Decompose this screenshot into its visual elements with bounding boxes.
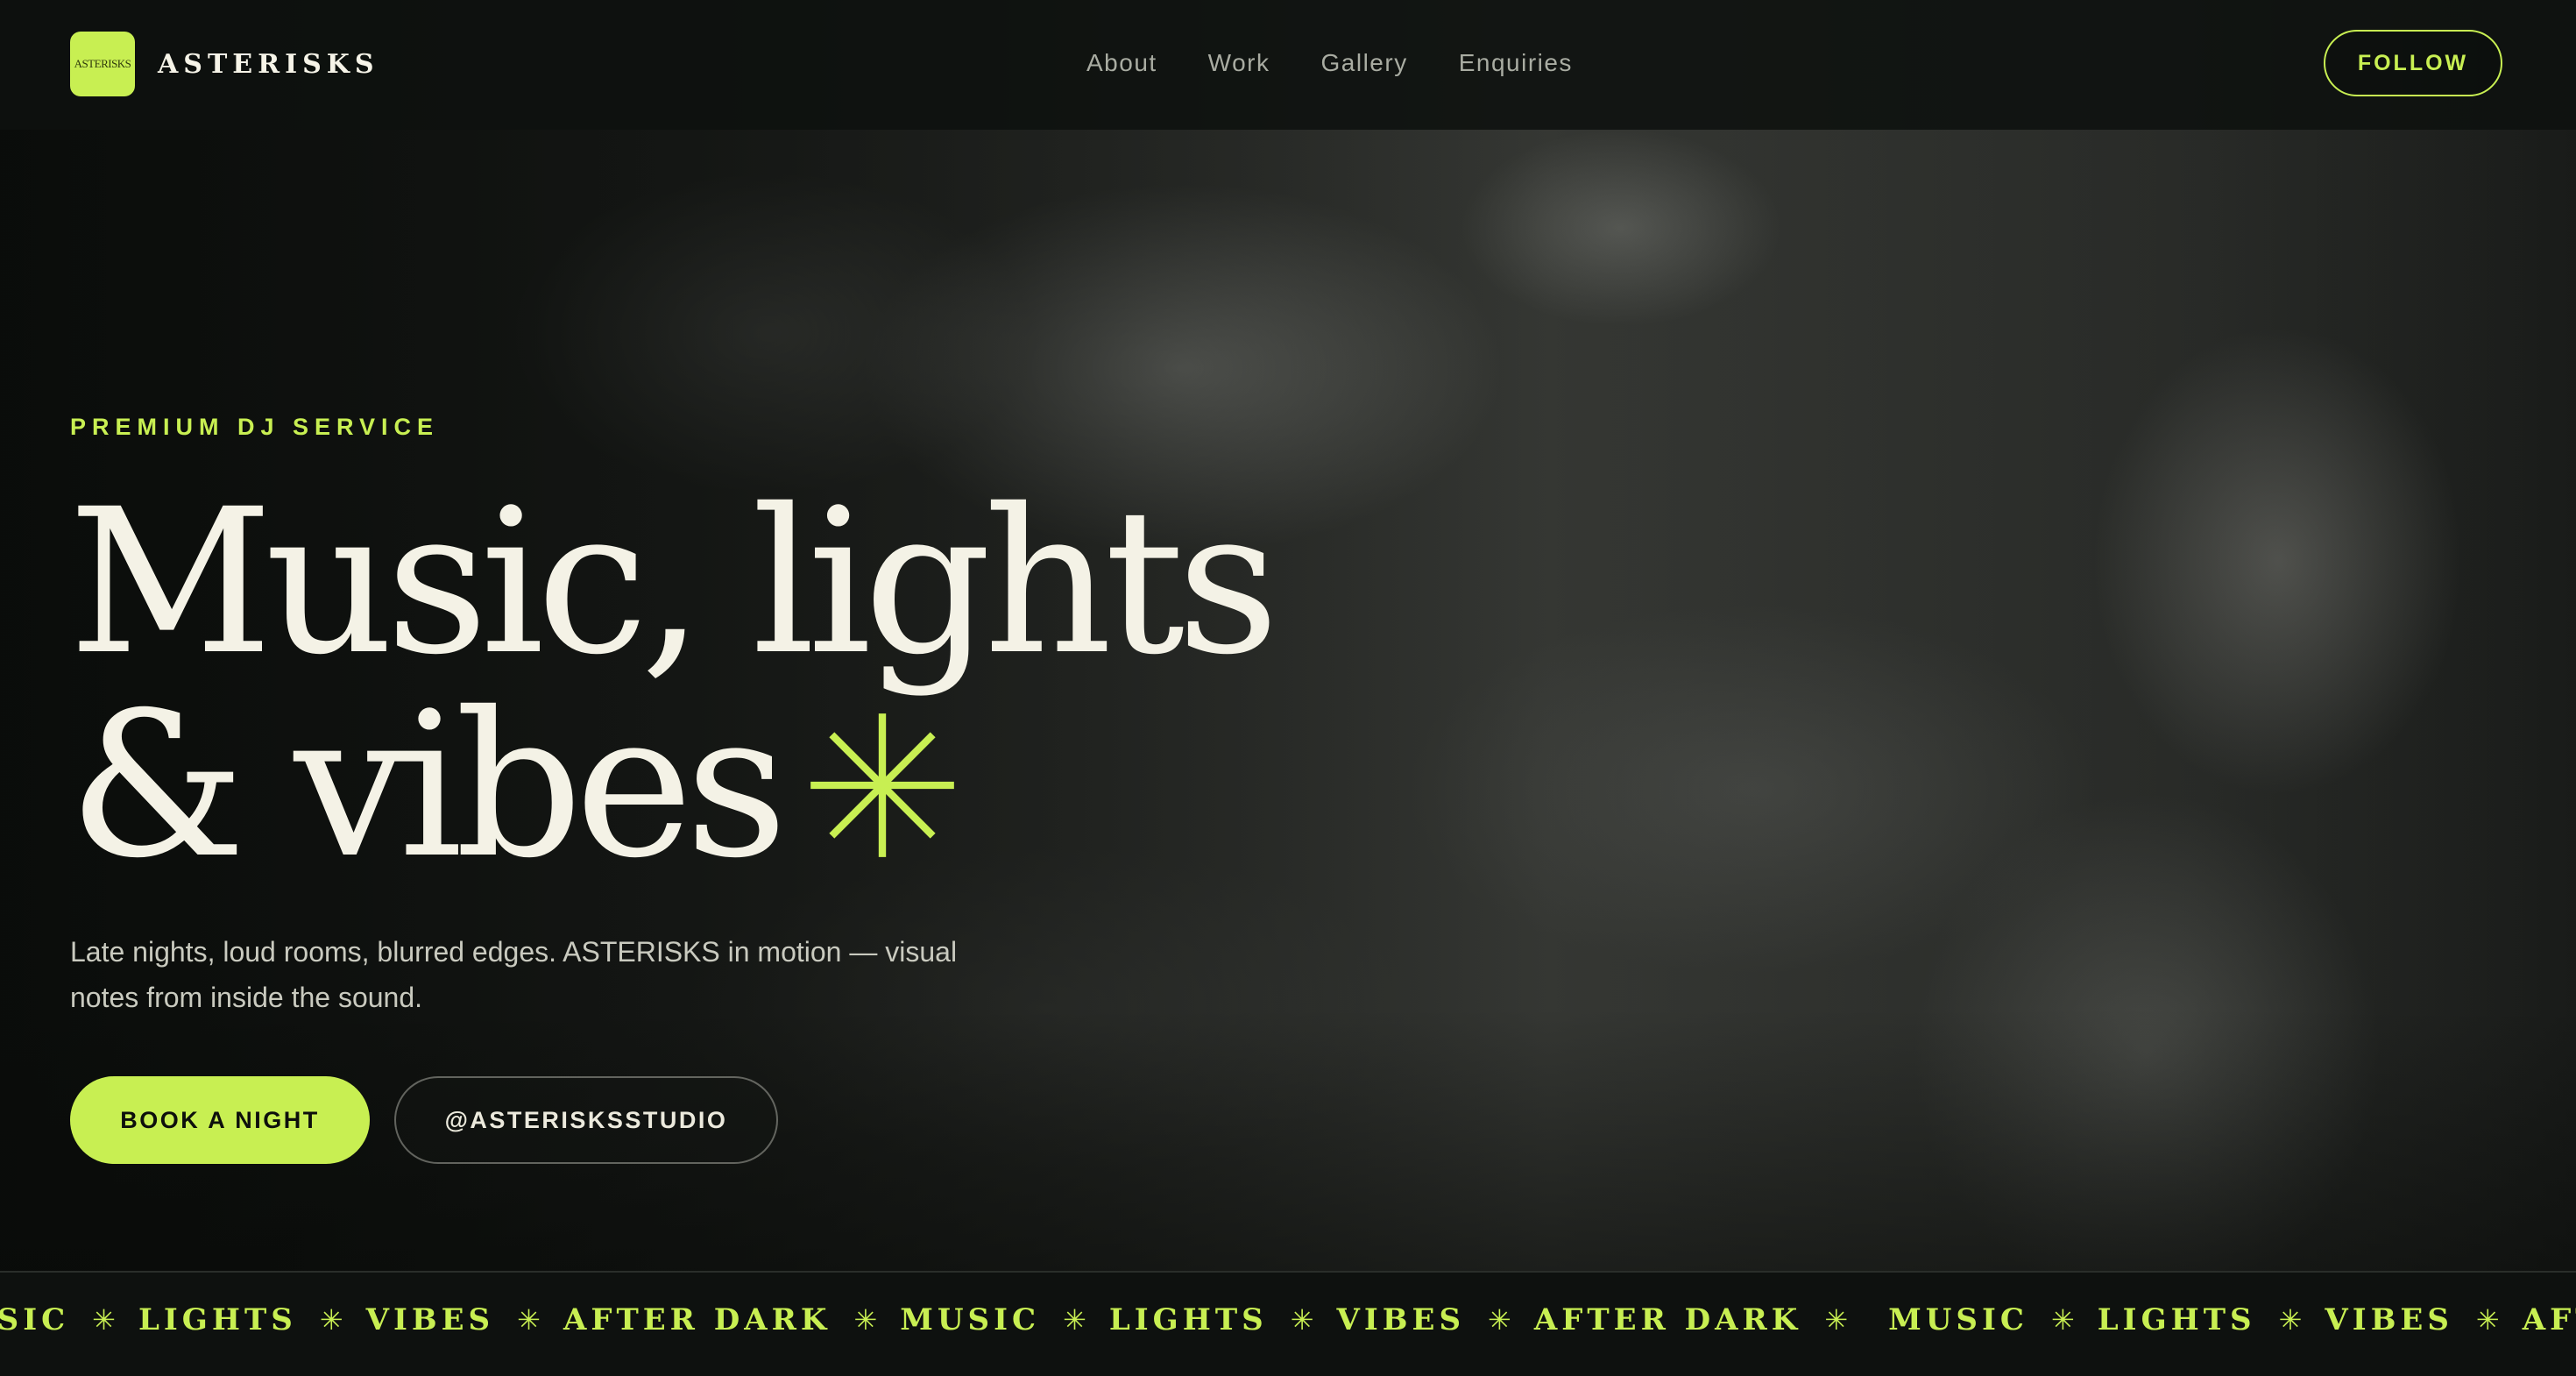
ticker-asterisk-icon: ✳ (319, 1303, 343, 1337)
ticker-asterisk-icon: ✳ (853, 1303, 878, 1337)
nav-about[interactable]: About (1086, 49, 1157, 77)
ticker-item: MUSIC (900, 1302, 1041, 1337)
logo[interactable]: ASTERISKS (70, 32, 135, 96)
ticker-item: VIBES (365, 1302, 495, 1337)
ticker-asterisk-icon: ✳ (92, 1303, 116, 1337)
headline-line-1: Music, lights (68, 465, 1279, 699)
ticker-item: USIC (0, 1302, 70, 1337)
headline-line-2-text: & vibes (68, 669, 788, 902)
book-a-night-button[interactable]: BOOK A NIGHT (70, 1076, 370, 1164)
ticker-item: AFTER DARK (1533, 1302, 1802, 1337)
ticker-item: LIGHTS (138, 1302, 297, 1337)
hero-eyebrow: PREMIUM DJ SERVICE (70, 414, 440, 440)
ticker-asterisk-icon: ✳ (1488, 1303, 1511, 1337)
hero-bottom-fade (0, 1008, 2576, 1271)
logo-wordmark: ASTERISKS (74, 57, 131, 70)
follow-button[interactable]: FOLLOW (2324, 30, 2502, 96)
ticker-asterisk-icon: ✳ (2475, 1303, 2500, 1337)
hero-headline: Music, lights & vibes (68, 480, 1295, 887)
ticker-item: AFTER DA (2522, 1302, 2576, 1337)
ticker-asterisk-icon: ✳ (517, 1303, 541, 1337)
hero-description: Late nights, loud rooms, blurred edges. … (70, 936, 958, 1013)
main-nav: About Work Gallery Enquiries (1086, 44, 1573, 82)
top-navigation-bar: ASTERISKS ASTERISKS About Work Gallery E… (0, 0, 2576, 130)
nav-enquiries[interactable]: Enquiries (1459, 49, 1573, 77)
ticker-item: LIGHTS (2097, 1302, 2256, 1337)
ticker-asterisk-icon: ✳ (2050, 1303, 2075, 1337)
ticker-asterisk-icon: ✳ (1824, 1303, 1849, 1337)
asterisk-icon (810, 713, 954, 857)
ticker-item: VIBES (2325, 1302, 2453, 1337)
instagram-handle-button[interactable]: @ASTERISKSSTUDIO (394, 1076, 778, 1164)
page-frame: ASTERISKS ASTERISKS About Work Gallery E… (0, 0, 2576, 1376)
ticker-item: VIBES (1336, 1302, 1466, 1337)
ticker-item: LIGHTS (1108, 1302, 1268, 1337)
marquee-ticker: USIC ✳ LIGHTS ✳ VIBES ✳ AFTER DARK ✳ MUS… (0, 1271, 2576, 1376)
ticker-item: MUSIC (1888, 1302, 2028, 1337)
ticker-asterisk-icon: ✳ (2278, 1303, 2303, 1337)
ticker-asterisk-icon: ✳ (1063, 1303, 1086, 1337)
ticker-asterisk-icon: ✳ (1290, 1303, 1314, 1337)
ticker-item: AFTER DARK (563, 1302, 832, 1337)
nav-work[interactable]: Work (1208, 49, 1270, 77)
ticker-track: USIC ✳ LIGHTS ✳ VIBES ✳ AFTER DARK ✳ MUS… (0, 1273, 2576, 1367)
headline-line-2: & vibes (68, 684, 1295, 887)
brand-name[interactable]: ASTERISKS (158, 46, 379, 84)
nav-gallery[interactable]: Gallery (1321, 49, 1408, 77)
